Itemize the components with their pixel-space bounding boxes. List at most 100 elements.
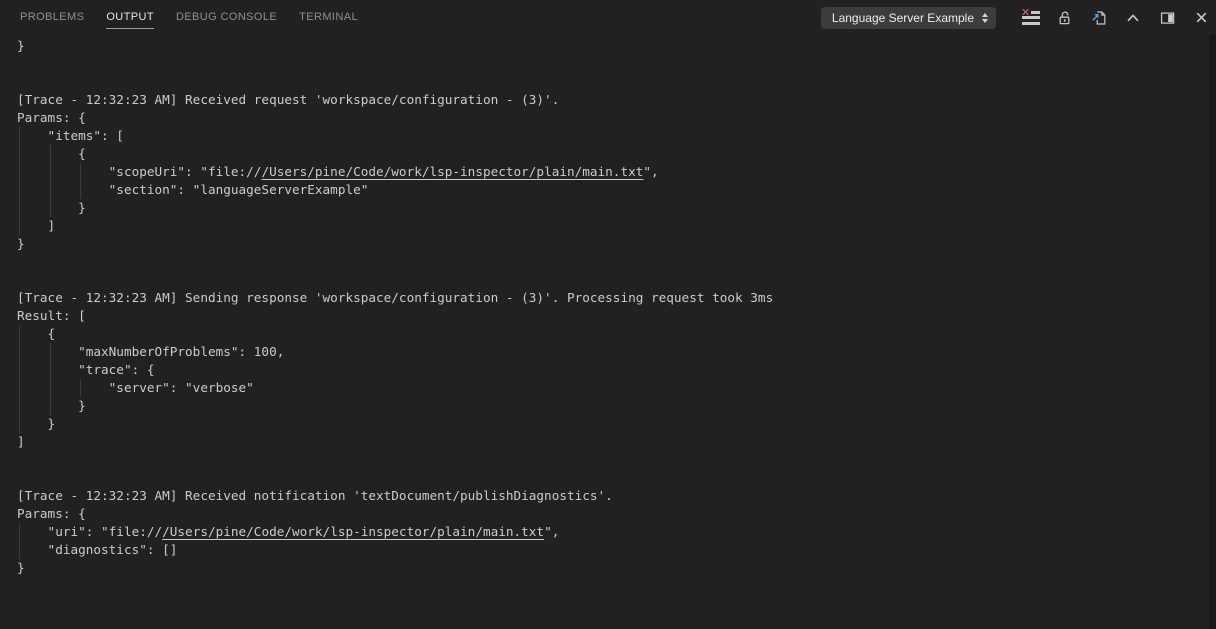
log-line: "uri": "file:///Users/pine/Code/work/lsp… — [17, 523, 1216, 541]
select-updown-icon — [982, 13, 988, 23]
log-text: [Trace - 12:32:23 AM] Sending response '… — [17, 290, 773, 305]
indent-guide — [19, 415, 20, 433]
log-line: Params: { — [17, 505, 1216, 523]
log-line: "section": "languageServerExample" — [17, 181, 1216, 199]
log-line: { — [17, 145, 1216, 163]
open-log-file-icon — [1091, 10, 1107, 26]
panel-tab-bar: PROBLEMS OUTPUT DEBUG CONSOLE TERMINAL L… — [0, 0, 1216, 35]
log-line: "trace": { — [17, 361, 1216, 379]
log-line — [17, 253, 1216, 271]
log-line: } — [17, 199, 1216, 217]
indent-guide — [19, 181, 20, 199]
log-text: ", — [544, 524, 559, 539]
log-text: "section": "languageServerExample" — [17, 182, 368, 197]
panel-actions: Language Server Example ✕ — [821, 7, 1210, 29]
log-text: "uri": "file:// — [17, 524, 162, 539]
log-text: ] — [17, 434, 25, 449]
file-link[interactable]: /Users/pine/Code/work/lsp-inspector/plai… — [162, 524, 544, 539]
log-line: { — [17, 325, 1216, 343]
chevron-up-icon — [1125, 10, 1141, 26]
indent-guide — [80, 181, 81, 199]
log-text: "items": [ — [17, 128, 124, 143]
maximize-panel-button[interactable] — [1124, 10, 1142, 26]
log-text: "server": "verbose" — [17, 380, 254, 395]
log-line: [Trace - 12:32:23 AM] Sending response '… — [17, 289, 1216, 307]
indent-guide — [19, 523, 20, 541]
indent-guide — [50, 163, 51, 181]
log-line: } — [17, 559, 1216, 577]
log-line: "server": "verbose" — [17, 379, 1216, 397]
output-channel-select[interactable]: Language Server Example — [821, 7, 996, 29]
indent-guide — [19, 325, 20, 343]
indent-guide — [50, 379, 51, 397]
log-text: } — [17, 416, 55, 431]
clear-output-button[interactable]: ✕ — [1022, 10, 1040, 26]
log-text: ] — [17, 218, 55, 233]
file-link[interactable]: /Users/pine/Code/work/lsp-inspector/plai… — [261, 164, 643, 179]
log-line: "scopeUri": "file:///Users/pine/Code/wor… — [17, 163, 1216, 181]
indent-guide — [50, 199, 51, 217]
log-line: [Trace - 12:32:23 AM] Received request '… — [17, 91, 1216, 109]
log-line — [17, 55, 1216, 73]
log-text: } — [17, 38, 25, 53]
log-text: { — [17, 326, 55, 341]
log-line: [Trace - 12:32:23 AM] Received notificat… — [17, 487, 1216, 505]
log-line: } — [17, 415, 1216, 433]
open-log-file-button[interactable] — [1090, 10, 1108, 26]
indent-guide — [50, 181, 51, 199]
log-text: ", — [643, 164, 658, 179]
output-channel-value: Language Server Example — [832, 11, 974, 25]
split-panel-icon — [1159, 10, 1176, 26]
split-panel-button[interactable] — [1158, 10, 1176, 26]
log-line — [17, 469, 1216, 487]
indent-guide — [19, 397, 20, 415]
log-text: Result: [ — [17, 308, 86, 323]
indent-guide — [50, 361, 51, 379]
log-text: } — [17, 398, 86, 413]
log-text: "diagnostics": [] — [17, 542, 177, 557]
log-line — [17, 271, 1216, 289]
log-text: } — [17, 560, 25, 575]
indent-guide — [80, 379, 81, 397]
log-line: Params: { — [17, 109, 1216, 127]
output-panel: PROBLEMS OUTPUT DEBUG CONSOLE TERMINAL L… — [0, 0, 1216, 629]
tab-problems[interactable]: PROBLEMS — [20, 0, 84, 35]
log-text: [Trace - 12:32:23 AM] Received notificat… — [17, 488, 613, 503]
panel-right-shade — [1209, 35, 1216, 629]
tab-output[interactable]: OUTPUT — [106, 0, 154, 35]
log-line: Result: [ — [17, 307, 1216, 325]
log-text: { — [17, 146, 86, 161]
log-text: [Trace - 12:32:23 AM] Received request '… — [17, 92, 559, 107]
log-text: "trace": { — [17, 362, 155, 377]
indent-guide — [19, 361, 20, 379]
indent-guide — [19, 379, 20, 397]
toggle-scroll-lock-button[interactable] — [1056, 10, 1074, 26]
log-line: } — [17, 235, 1216, 253]
close-panel-button[interactable] — [1192, 10, 1210, 26]
log-line — [17, 73, 1216, 91]
indent-guide — [50, 397, 51, 415]
close-icon — [1194, 10, 1209, 25]
log-line: "items": [ — [17, 127, 1216, 145]
log-text: "maxNumberOfProblems": 100, — [17, 344, 284, 359]
indent-guide — [50, 145, 51, 163]
tab-debug-console[interactable]: DEBUG CONSOLE — [176, 0, 277, 35]
log-line: ] — [17, 217, 1216, 235]
output-log[interactable]: } [Trace - 12:32:23 AM] Received request … — [0, 35, 1216, 629]
log-line: "diagnostics": [] — [17, 541, 1216, 559]
log-line: } — [17, 397, 1216, 415]
indent-guide — [19, 127, 20, 145]
unlock-scroll-icon — [1057, 10, 1073, 26]
indent-guide — [19, 199, 20, 217]
indent-guide — [19, 163, 20, 181]
indent-guide — [19, 343, 20, 361]
indent-guide — [19, 541, 20, 559]
tab-terminal[interactable]: TERMINAL — [299, 0, 358, 35]
indent-guide — [80, 163, 81, 181]
log-text: Params: { — [17, 506, 86, 521]
indent-guide — [50, 343, 51, 361]
log-line: ] — [17, 433, 1216, 451]
clear-output-icon: ✕ — [1022, 11, 1040, 25]
indent-guide — [19, 217, 20, 235]
log-text: } — [17, 236, 25, 251]
